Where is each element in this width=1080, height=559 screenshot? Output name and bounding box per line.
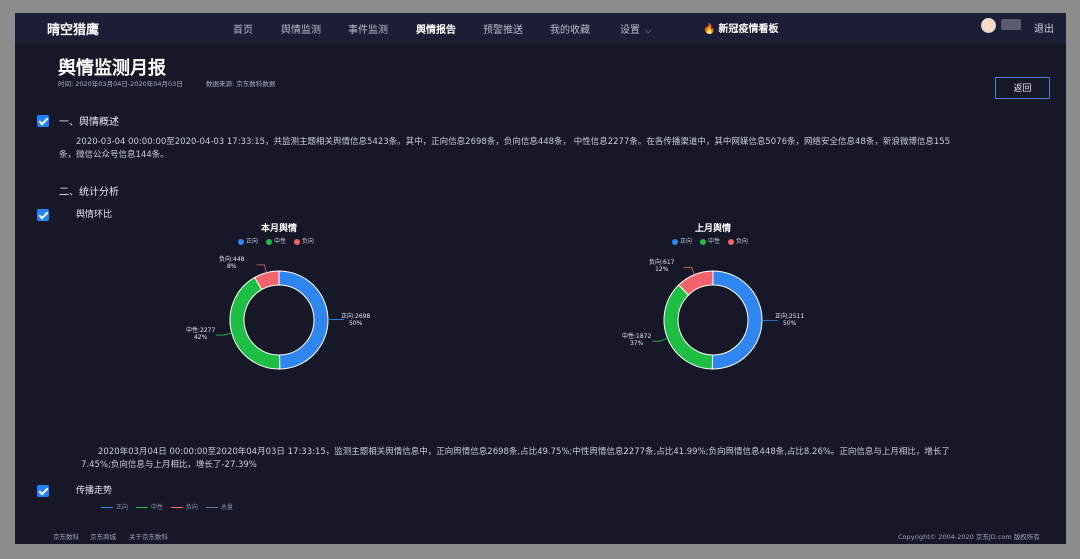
slice-label-name: 负向:448 — [219, 256, 245, 263]
slice-label-name: 中性:2277 — [186, 327, 216, 334]
top-navigation-bar: 晴空猎鹰 首页 舆情监测 事件监测 舆情报告 预警推送 我的收藏 设置 ⌵ 🔥 新… — [15, 13, 1066, 43]
slice-label-pct: 37% — [629, 340, 644, 347]
stats-heading: 二、统计分析 — [59, 187, 119, 198]
slice-label-positive: 正向:2511 50% — [775, 313, 804, 327]
slice-label-pct: 50% — [782, 320, 797, 327]
donut-slice-positive[interactable] — [278, 270, 329, 370]
app-logo[interactable]: 晴空猎鹰 — [47, 19, 99, 38]
slice-label-pct: 50% — [348, 320, 363, 327]
chart-title-last-month: 上月舆情 — [694, 224, 731, 234]
slice-label-name: 正向:2511 — [775, 313, 805, 320]
trend-legend-line — [135, 507, 148, 508]
nav-item-favorites[interactable]: 我的收藏 — [550, 21, 590, 36]
footer-link-jd-mall[interactable]: 京东商城 — [90, 531, 116, 541]
legend-neutral: 中性 — [273, 238, 286, 245]
trend-legend-positive: 正向 — [116, 504, 129, 511]
donut-slice-neutral[interactable] — [663, 284, 714, 370]
covid-dashboard-link[interactable]: 🔥 新冠疫情看板 — [703, 20, 778, 35]
nav-item-alert-push[interactable]: 预警推送 — [483, 21, 523, 36]
footer-copyright: Copyright© 2004-2020 京东JD.com 版权所有 — [898, 533, 1040, 541]
overview-checkbox[interactable] — [37, 115, 49, 127]
trend-checkbox[interactable] — [37, 485, 49, 497]
legend-dot-positive — [238, 238, 244, 245]
chart-title-this-month: 本月舆情 — [260, 224, 297, 234]
slice-label-name: 正向:2698 — [341, 313, 371, 320]
legend-neutral: 中性 — [707, 238, 720, 245]
overview-heading: 一、舆情概述 — [59, 117, 119, 128]
slice-label-positive: 正向:2698 50% — [341, 313, 370, 327]
trend-legend: 正向 中性 负向 总量 — [95, 502, 233, 511]
trend-legend-negative: 负向 — [185, 504, 198, 511]
slice-leader-line — [683, 266, 695, 275]
slice-label-name: 负向:617 — [649, 259, 675, 266]
legend-dot-negative — [727, 238, 734, 245]
nav-item-settings[interactable]: 设置 ⌵ — [620, 21, 651, 36]
overview-text: 2020-03-04 00:00:00至2020-04-03 17:33:15，… — [59, 137, 951, 160]
compare-heading: 舆情环比 — [76, 210, 113, 220]
footer-link-jd-digits[interactable]: 京东数科 — [53, 531, 79, 541]
report-time-range: 时间: 2020年03月04日-2020年04月03日 — [58, 80, 183, 88]
slice-label-negative: 负向:448 8% — [219, 256, 244, 270]
nav-item-home[interactable]: 首页 — [233, 21, 253, 36]
slice-label-pct: 42% — [193, 334, 208, 341]
slice-leader-line — [216, 332, 232, 336]
slice-label-negative: 负向:617 12% — [649, 259, 674, 273]
slice-label-pct: 8% — [226, 263, 237, 270]
legend-dot-positive — [672, 238, 678, 245]
nav-item-opinion-monitor[interactable]: 舆情监测 — [281, 21, 321, 36]
username-redacted[interactable] — [1001, 19, 1021, 30]
slice-label-name: 中性:1872 — [622, 333, 652, 340]
trend-legend-neutral: 中性 — [150, 504, 163, 511]
app-window: 晴空猎鹰 首页 舆情监测 事件监测 舆情报告 预警推送 我的收藏 设置 ⌵ 🔥 新… — [15, 13, 1066, 544]
nav-item-event-monitor[interactable]: 事件监测 — [348, 21, 388, 36]
legend-positive: 正向 — [680, 238, 693, 245]
legend-dot-negative — [293, 238, 300, 245]
trend-legend-line — [170, 507, 183, 508]
slice-leader-line — [256, 264, 267, 273]
trend-legend-total: 总量 — [220, 504, 233, 511]
compare-checkbox[interactable] — [37, 209, 49, 221]
legend-positive: 正向 — [246, 238, 259, 245]
legend-dot-neutral — [699, 238, 706, 245]
slice-label-neutral: 中性:2277 42% — [186, 327, 215, 341]
slice-label-pct: 12% — [655, 266, 669, 273]
trend-legend-line — [205, 507, 218, 508]
logout-link[interactable]: 退出 — [1034, 20, 1054, 35]
user-avatar[interactable] — [981, 18, 996, 33]
trend-heading: 传播走势 — [76, 486, 113, 496]
fire-icon: 🔥 — [703, 24, 716, 35]
donut-slice-positive[interactable] — [711, 270, 763, 370]
page-title: 舆情监测月报 — [58, 58, 166, 79]
legend-negative: 负向 — [301, 238, 314, 245]
slice-leader-line — [652, 337, 668, 342]
chart-legend-last-month: 正向 中性 负向 — [666, 236, 748, 245]
chevron-down-icon: ⌵ — [645, 26, 652, 35]
donut-slice-neutral[interactable] — [229, 276, 281, 370]
chart-legend-this-month: 正向 中性 负向 — [232, 236, 314, 245]
trend-legend-line — [101, 507, 113, 508]
report-data-source: 数据来源: 京东数科数据 — [206, 80, 276, 88]
back-button[interactable]: 返回 — [995, 77, 1050, 99]
footer-link-about[interactable]: 关于京东数科 — [129, 531, 168, 541]
nav-item-opinion-report[interactable]: 舆情报告 — [416, 21, 456, 36]
settings-label: 设置 — [620, 25, 640, 36]
stats-summary-text: 2020年03月04日 00:00:00至2020年04月03日 17:33:1… — [81, 447, 950, 470]
legend-dot-neutral — [265, 238, 272, 245]
slice-label-neutral: 中性:1872 37% — [622, 333, 651, 347]
covid-dashboard-label: 新冠疫情看板 — [718, 24, 779, 35]
legend-negative: 负向 — [735, 238, 748, 245]
